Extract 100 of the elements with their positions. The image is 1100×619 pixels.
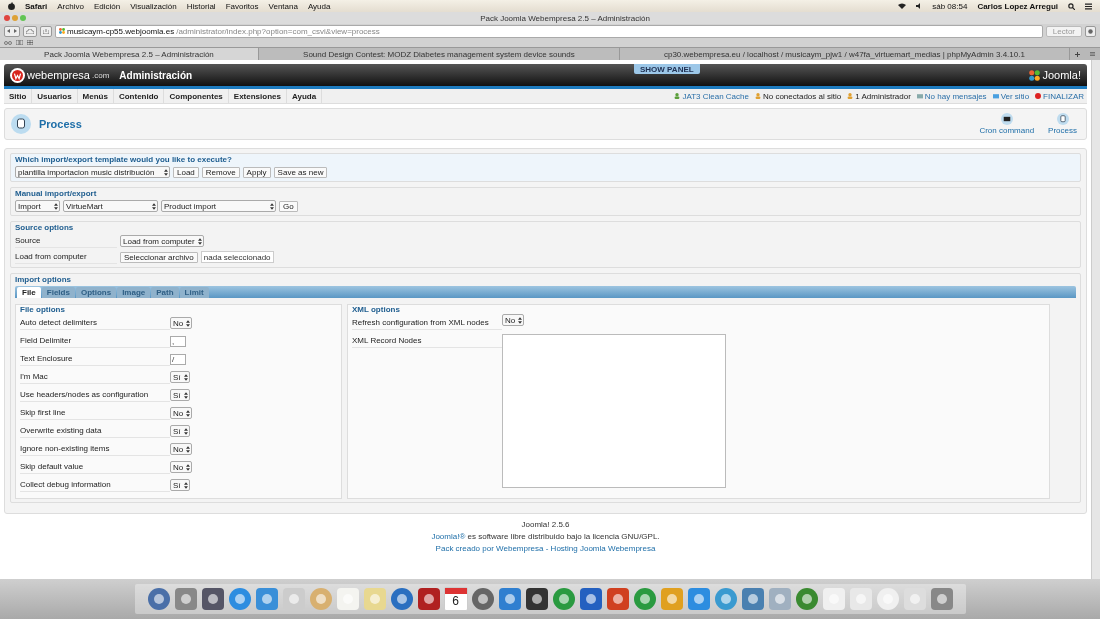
status-link[interactable]: No conectados al sitio — [751, 91, 845, 101]
select-field[interactable]: No — [170, 461, 193, 473]
book-icon[interactable] — [16, 40, 23, 45]
go-button[interactable]: Go — [279, 200, 298, 212]
select-field[interactable]: Sí — [170, 389, 190, 401]
menu-item[interactable]: Historial — [186, 1, 216, 11]
caret-icon — [197, 237, 202, 245]
joomla-link[interactable]: Joomla!® — [431, 532, 466, 541]
minimize-button[interactable] — [12, 15, 18, 21]
nav-item[interactable]: Usuarios — [32, 89, 78, 103]
license-text: Joomla!® es software libre distribuido bajo la licencia GNU/GPL. — [431, 532, 660, 541]
icloud-button[interactable] — [23, 25, 37, 37]
field-label: Skip first line — [20, 406, 170, 420]
joomla-logo-icon — [59, 28, 65, 34]
menu-item[interactable]: Ventana — [268, 1, 298, 11]
browser-tab[interactable]: Sound Design Contest: MODZ Diabetes management system device sounds — [258, 48, 620, 60]
download-button[interactable] — [1085, 25, 1096, 37]
action-button[interactable]: Apply — [242, 166, 271, 178]
field-label: Text Enclosure — [20, 352, 170, 366]
apple-logo-icon[interactable] — [8, 2, 15, 10]
nav-item[interactable]: Contenido — [113, 89, 165, 103]
toolbar-button[interactable]: Cron command — [976, 113, 1038, 135]
select-field[interactable]: No — [170, 317, 193, 329]
document-icon — [1056, 113, 1069, 125]
section-legend: File options — [20, 305, 337, 314]
section-legend: XML options — [352, 305, 1045, 314]
back-forward-button[interactable] — [4, 25, 20, 37]
status-link[interactable]: FINALIZAR — [1032, 91, 1087, 101]
show-panel-button[interactable]: SHOW PANEL — [634, 64, 700, 74]
toolbar-button[interactable]: Process — [1045, 113, 1080, 135]
caret-icon — [186, 463, 191, 471]
menu-item[interactable]: Visualización — [130, 1, 177, 11]
menu-item[interactable]: Ayuda — [307, 1, 331, 11]
text-field[interactable]: / — [170, 353, 186, 365]
calendar-icon[interactable]: 6 — [443, 587, 468, 611]
volume-icon[interactable] — [916, 3, 923, 9]
action-button[interactable]: Save as new — [273, 166, 328, 178]
grid-icon[interactable] — [27, 40, 33, 45]
caret-icon — [54, 202, 58, 210]
status-link[interactable]: 1 Administrador — [844, 91, 914, 101]
caret-icon — [183, 373, 188, 381]
glasses-icon[interactable] — [4, 40, 12, 45]
close-button[interactable] — [4, 15, 10, 21]
scrollbar[interactable] — [1091, 60, 1100, 579]
status-link[interactable]: JAT3 Clean Cache — [671, 91, 752, 101]
credits-link[interactable]: Pack creado por Webempresa - Hosting Joomla Webempresa — [435, 544, 656, 553]
menu-item[interactable]: Archivo — [57, 1, 84, 11]
select-field[interactable]: No — [502, 314, 525, 326]
nav-item[interactable]: Extensiones — [228, 89, 287, 103]
app-icon[interactable] — [200, 587, 225, 611]
clock-text[interactable]: sáb 08:54 — [932, 1, 968, 11]
search-icon[interactable] — [1068, 2, 1075, 10]
menu-item[interactable]: Edición — [93, 1, 121, 11]
app-icon[interactable] — [470, 587, 495, 611]
select-field[interactable]: No — [170, 443, 193, 455]
choose-file-button[interactable]: Seleccionar archivo — [120, 251, 198, 263]
nav-item[interactable]: Componentes — [164, 89, 229, 103]
zoom-button[interactable] — [20, 15, 26, 21]
select-field[interactable]: Load from computer — [120, 235, 204, 247]
wifi-icon[interactable] — [898, 3, 907, 9]
circle-icon — [1088, 28, 1093, 34]
share-button[interactable] — [40, 25, 52, 37]
app-icon[interactable] — [578, 587, 603, 611]
app-icon[interactable] — [524, 587, 549, 611]
menu-item[interactable]: Safari — [25, 1, 48, 11]
list-icon[interactable] — [1085, 2, 1092, 10]
field-label: Ignore non-existing items — [20, 442, 170, 456]
select-field[interactable]: Import — [15, 200, 60, 212]
caret-icon — [518, 316, 523, 324]
caret-icon — [183, 391, 188, 399]
address-field[interactable]: musicaym-cp55.webjoomla.es /administrator/index.php?option=com_csvi&view=process — [55, 24, 1043, 38]
text-area[interactable] — [502, 334, 726, 488]
status-link[interactable]: Ver sitio — [989, 91, 1033, 101]
caret-icon — [152, 202, 156, 210]
browser-tab[interactable]: Pack Joomla Webempresa 2.5 – Administración — [0, 48, 259, 60]
action-button[interactable]: Remove — [201, 166, 240, 178]
action-button[interactable]: Load — [173, 166, 199, 178]
options-tab[interactable]: File — [17, 287, 41, 298]
app-icon[interactable] — [416, 587, 441, 611]
browser-tab[interactable]: cp30.webempresa.eu / localhost / musicaym_pjw1 / w47fa_virtuemart_medias | phpMyAdmin 3.4.10.1 — [619, 48, 1070, 60]
select-field[interactable]: Sí — [170, 425, 190, 437]
user-icon — [847, 93, 854, 99]
nav-item[interactable]: Menús — [77, 89, 114, 103]
field-label: XML Record Nodes — [352, 334, 502, 348]
select-field[interactable]: Sí — [170, 371, 190, 383]
caret-icon — [164, 168, 168, 176]
text-field[interactable]: , — [170, 335, 186, 347]
select-field[interactable]: VirtueMart — [63, 200, 158, 212]
select-field[interactable]: Sí — [170, 479, 190, 491]
menu-item[interactable]: Favoritos — [225, 1, 259, 11]
status-link[interactable]: No hay mensajes — [913, 91, 990, 101]
nav-item[interactable]: Sitio — [4, 89, 33, 103]
user-name[interactable]: Carlos Lopez Arregui — [977, 1, 1058, 11]
select-field[interactable]: No — [170, 407, 193, 419]
nav-item[interactable]: Ayuda — [286, 89, 323, 103]
plus-icon[interactable] — [1075, 51, 1080, 57]
file-status: nada seleccionado — [200, 251, 274, 263]
select-field[interactable]: plantilla importacion music distribución — [15, 166, 170, 178]
select-field[interactable]: Product import — [161, 200, 276, 212]
field-label: I'm Mac — [20, 370, 170, 384]
